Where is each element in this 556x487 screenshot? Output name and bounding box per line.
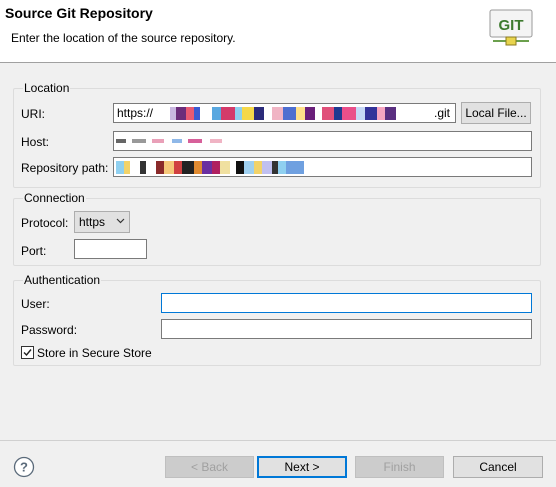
help-icon[interactable]: ? [13, 456, 35, 478]
git-logo-text: GIT [499, 17, 524, 34]
user-field[interactable] [161, 293, 532, 313]
store-secure-label[interactable]: Store in Secure Store [37, 346, 152, 360]
protocol-label: Protocol: [21, 216, 69, 230]
uri-prefix: https:// [117, 106, 154, 120]
location-group-title: Location [23, 81, 71, 95]
user-label: User: [21, 297, 50, 311]
redacted-uri [170, 107, 432, 120]
store-secure-checkbox[interactable] [21, 346, 34, 359]
checkmark-icon [23, 349, 32, 357]
chevron-down-icon [116, 218, 125, 224]
redacted-repo-path [116, 161, 308, 174]
password-field[interactable] [161, 319, 532, 339]
host-field[interactable] [113, 131, 532, 151]
host-label: Host: [21, 135, 50, 149]
authentication-group-title: Authentication [23, 273, 102, 287]
protocol-select[interactable]: https [74, 211, 130, 233]
redacted-host [116, 139, 228, 143]
uri-label: URI: [21, 107, 45, 121]
uri-field[interactable]: https:// .git [113, 103, 456, 123]
uri-suffix: .git [434, 106, 451, 120]
page-description: Enter the location of the source reposit… [11, 31, 236, 45]
protocol-value: https [79, 215, 106, 229]
svg-text:?: ? [20, 460, 28, 475]
port-field[interactable] [74, 239, 147, 259]
connection-group-title: Connection [23, 191, 86, 205]
repo-path-label: Repository path: [21, 161, 109, 175]
back-button[interactable]: < Back [165, 456, 254, 478]
dialog-content: Location URI: https:// .git Local File..… [0, 64, 556, 440]
cancel-button[interactable]: Cancel [453, 456, 543, 478]
local-file-button[interactable]: Local File... [461, 102, 531, 124]
dialog-footer: ? < Back Next > Finish Cancel [0, 440, 556, 487]
git-logo-icon: GIT [489, 9, 533, 46]
page-title: Source Git Repository [5, 5, 153, 21]
finish-button[interactable]: Finish [355, 456, 444, 478]
password-label: Password: [21, 323, 78, 337]
next-button[interactable]: Next > [257, 456, 347, 478]
repo-path-field[interactable] [113, 157, 532, 177]
port-label: Port: [21, 244, 47, 258]
dialog-header: Source Git Repository Enter the location… [0, 0, 556, 63]
